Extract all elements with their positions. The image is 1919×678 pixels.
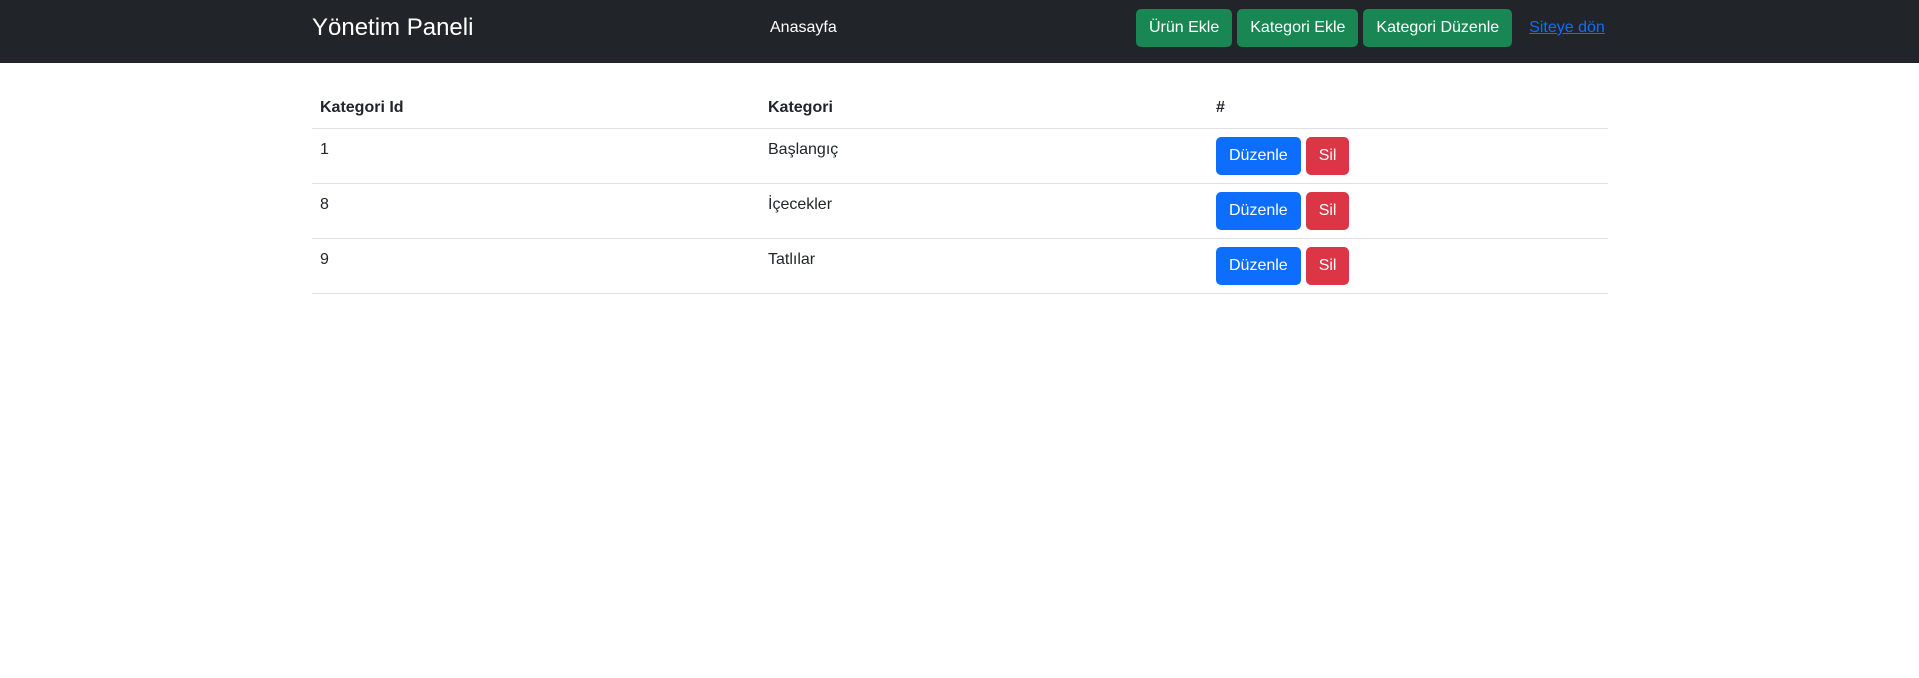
cell-category-name: İçecekler xyxy=(760,183,1208,239)
cell-actions: Düzenle Sil xyxy=(1208,128,1608,184)
cell-actions: Düzenle Sil xyxy=(1208,183,1608,239)
category-table: Kategori Id Kategori # 1 Başlangıç Düzen… xyxy=(312,88,1608,294)
delete-button[interactable]: Sil xyxy=(1305,137,1350,175)
header-category-name: Kategori xyxy=(760,88,1208,129)
edit-category-button[interactable]: Kategori Düzenle xyxy=(1363,9,1513,47)
cell-category-id: 1 xyxy=(312,128,760,184)
category-name-text: Tatlılar xyxy=(768,251,816,268)
table-row: 8 İçecekler Düzenle Sil xyxy=(312,183,1608,239)
delete-button[interactable]: Sil xyxy=(1305,192,1350,230)
category-id-text: 9 xyxy=(320,251,329,268)
edit-button[interactable]: Düzenle xyxy=(1216,137,1301,175)
category-id-text: 1 xyxy=(320,141,329,158)
table-row: 1 Başlangıç Düzenle Sil xyxy=(312,128,1608,184)
header-actions: # xyxy=(1208,88,1608,129)
back-to-site-link[interactable]: Siteye dön xyxy=(1529,9,1605,47)
nav-link-home[interactable]: Anasayfa xyxy=(770,0,837,56)
navbar: Yönetim Paneli Anasayfa Ürün Ekle Katego… xyxy=(0,0,1919,63)
cell-actions: Düzenle Sil xyxy=(1208,238,1608,294)
category-name-text: Başlangıç xyxy=(768,141,839,158)
brand-title[interactable]: Yönetim Paneli xyxy=(312,0,473,56)
add-product-button[interactable]: Ürün Ekle xyxy=(1136,9,1233,47)
cell-category-name: Tatlılar xyxy=(760,238,1208,294)
add-category-button[interactable]: Kategori Ekle xyxy=(1237,9,1359,47)
table-header-row: Kategori Id Kategori # xyxy=(312,88,1608,129)
category-id-text: 8 xyxy=(320,196,329,213)
table-row: 9 Tatlılar Düzenle Sil xyxy=(312,238,1608,294)
category-table-container: Kategori Id Kategori # 1 Başlangıç Düzen… xyxy=(312,88,1608,294)
cell-category-id: 8 xyxy=(312,183,760,239)
delete-button[interactable]: Sil xyxy=(1305,247,1350,285)
category-name-text: İçecekler xyxy=(768,196,833,213)
cell-category-name: Başlangıç xyxy=(760,128,1208,184)
header-category-id: Kategori Id xyxy=(312,88,760,129)
edit-button[interactable]: Düzenle xyxy=(1216,192,1301,230)
nav-actions: Ürün Ekle Kategori Ekle Kategori Düzenle… xyxy=(1136,9,1605,47)
edit-button[interactable]: Düzenle xyxy=(1216,247,1301,285)
cell-category-id: 9 xyxy=(312,238,760,294)
